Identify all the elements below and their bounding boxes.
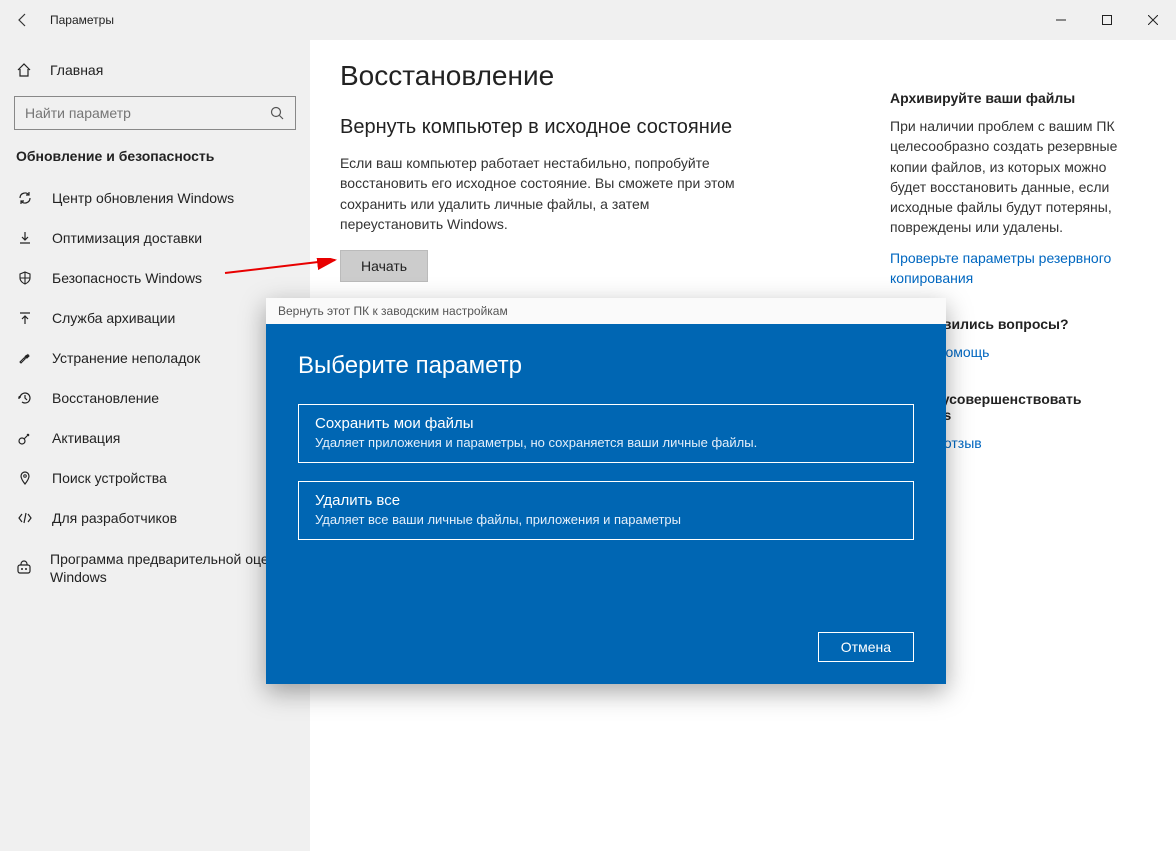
backup-settings-link[interactable]: Проверьте параметры резервного копирован… (890, 248, 1130, 289)
backup-files-heading: Архивируйте ваши файлы (890, 90, 1130, 106)
maximize-button[interactable] (1084, 0, 1130, 40)
sidebar-item-troubleshoot[interactable]: Устранение неполадок (0, 338, 310, 378)
backup-files-text: При наличии проблем с вашим ПК целесообр… (890, 116, 1130, 238)
search-input[interactable] (25, 105, 270, 121)
sidebar-item-label: Активация (52, 430, 120, 446)
minimize-button[interactable] (1038, 0, 1084, 40)
sidebar-item-label: Оптимизация доставки (52, 230, 202, 246)
reset-dialog: Вернуть этот ПК к заводским настройкам В… (266, 298, 946, 684)
sidebar-item-windows-update[interactable]: Центр обновления Windows (0, 178, 310, 218)
wrench-icon (16, 350, 34, 366)
option-remove-everything[interactable]: Удалить все Удаляет все ваши личные файл… (298, 481, 914, 540)
sidebar-item-windows-security[interactable]: Безопасность Windows (0, 258, 310, 298)
sidebar-item-recovery[interactable]: Восстановление (0, 378, 310, 418)
sidebar-item-insider-program[interactable]: Программа предварительной оценки Windows (0, 538, 310, 598)
option-description: Удаляет приложения и параметры, но сохра… (315, 435, 897, 450)
sidebar-item-find-my-device[interactable]: Поиск устройства (0, 458, 310, 498)
option-description: Удаляет все ваши личные файлы, приложени… (315, 512, 897, 527)
sidebar-item-label: Поиск устройства (52, 470, 167, 486)
sidebar-item-for-developers[interactable]: Для разработчиков (0, 498, 310, 538)
page-title: Восстановление (340, 60, 890, 92)
sidebar-home-label: Главная (50, 62, 103, 78)
sidebar-item-label: Безопасность Windows (52, 270, 202, 286)
location-icon (16, 470, 34, 486)
sidebar-item-delivery-optimization[interactable]: Оптимизация доставки (0, 218, 310, 258)
dialog-heading: Выберите параметр (298, 352, 914, 380)
back-button[interactable] (0, 12, 46, 28)
sidebar-item-label: Устранение неполадок (52, 350, 200, 366)
search-input-wrapper[interactable] (14, 96, 296, 130)
download-icon (16, 230, 34, 246)
sidebar-item-backup[interactable]: Служба архивации (0, 298, 310, 338)
sidebar-item-label: Восстановление (52, 390, 159, 406)
option-title: Сохранить мои файлы (315, 415, 897, 432)
insider-icon (16, 560, 32, 576)
reset-pc-heading: Вернуть компьютер в исходное состояние (340, 116, 890, 139)
sync-icon (16, 190, 34, 206)
sidebar-item-label: Служба архивации (52, 310, 175, 326)
sidebar: Главная Обновление и безопасность Центр … (0, 40, 310, 851)
sidebar-item-label: Для разработчиков (52, 510, 177, 526)
reset-pc-description: Если ваш компьютер работает нестабильно,… (340, 153, 750, 234)
cancel-button[interactable]: Отмена (818, 632, 914, 662)
search-icon (270, 106, 285, 121)
sidebar-item-label: Центр обновления Windows (52, 190, 234, 206)
window-title: Параметры (46, 13, 114, 27)
start-button[interactable]: Начать (340, 250, 428, 282)
sidebar-home[interactable]: Главная (0, 54, 310, 86)
home-icon (16, 62, 32, 78)
key-icon (16, 430, 34, 446)
sidebar-item-activation[interactable]: Активация (0, 418, 310, 458)
option-keep-files[interactable]: Сохранить мои файлы Удаляет приложения и… (298, 404, 914, 463)
backup-icon (16, 310, 34, 326)
developer-icon (16, 510, 34, 526)
shield-icon (16, 270, 34, 286)
dialog-titlebar: Вернуть этот ПК к заводским настройкам (266, 298, 946, 324)
sidebar-category: Обновление и безопасность (0, 148, 310, 178)
history-icon (16, 390, 34, 406)
window-titlebar: Параметры (0, 0, 1176, 40)
option-title: Удалить все (315, 492, 897, 509)
close-button[interactable] (1130, 0, 1176, 40)
